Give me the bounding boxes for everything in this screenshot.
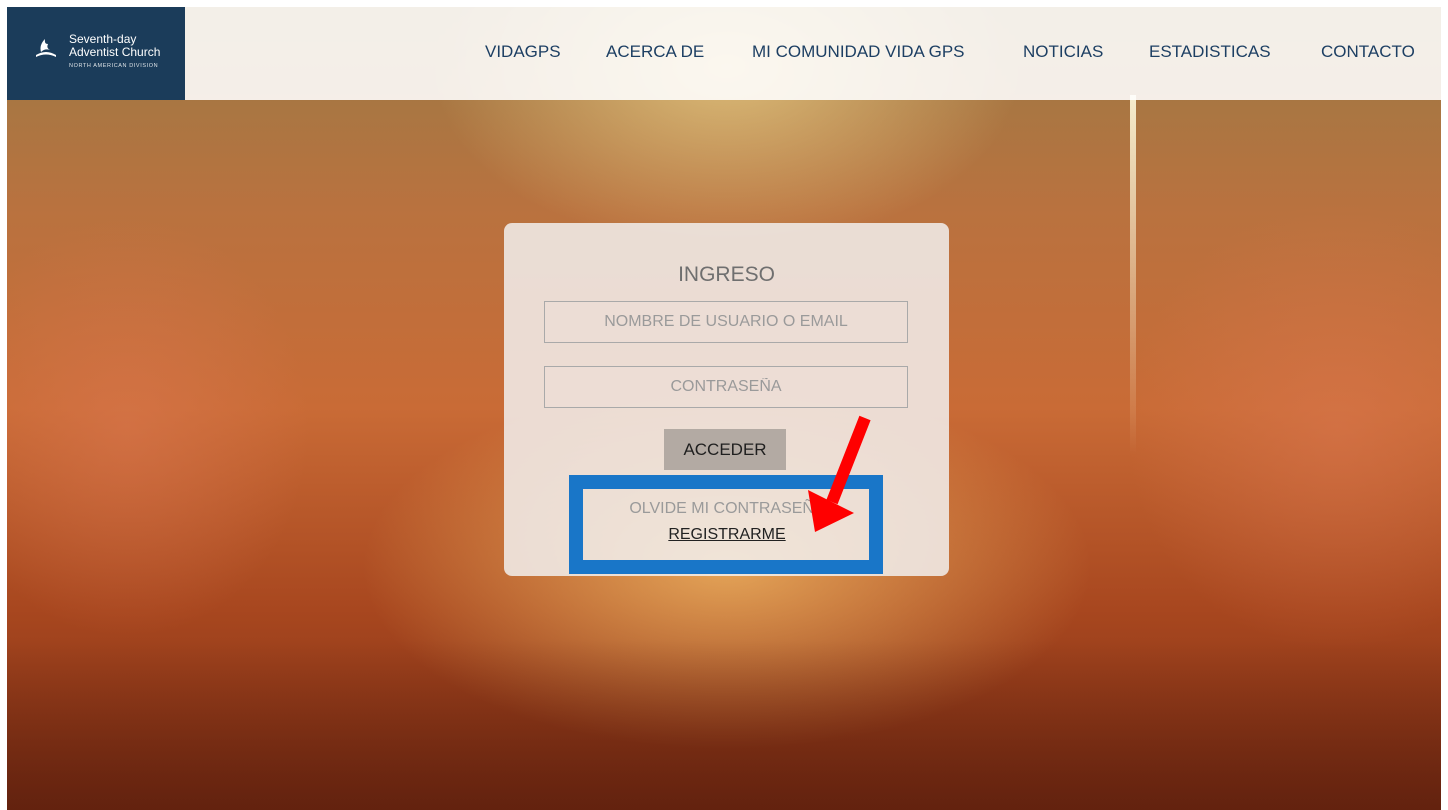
light-beam: [1130, 95, 1136, 455]
nav-mi-comunidad[interactable]: MI COMUNIDAD VIDA GPS: [752, 42, 965, 62]
nav-vidagps[interactable]: VIDAGPS: [485, 42, 561, 62]
password-field[interactable]: [544, 366, 908, 408]
login-button[interactable]: ACCEDER: [664, 429, 786, 470]
brand-line-3: NORTH AMERICAN DIVISION: [69, 63, 159, 69]
username-field[interactable]: [544, 301, 908, 343]
nav-estadisticas[interactable]: ESTADISTICAS: [1149, 42, 1271, 62]
brand-logo[interactable]: Seventh-day Adventist Church NORTH AMERI…: [7, 7, 185, 100]
nav-noticias[interactable]: NOTICIAS: [1023, 42, 1103, 62]
nav-contacto[interactable]: CONTACTO: [1321, 42, 1415, 62]
hero-shade: [7, 640, 1441, 810]
red-arrow-icon: [808, 415, 871, 532]
nav-acerca-de[interactable]: ACERCA DE: [606, 42, 704, 62]
flame-bible-icon: [36, 39, 56, 57]
brand-line-2: Adventist Church: [69, 45, 161, 59]
login-title: INGRESO: [678, 263, 775, 286]
